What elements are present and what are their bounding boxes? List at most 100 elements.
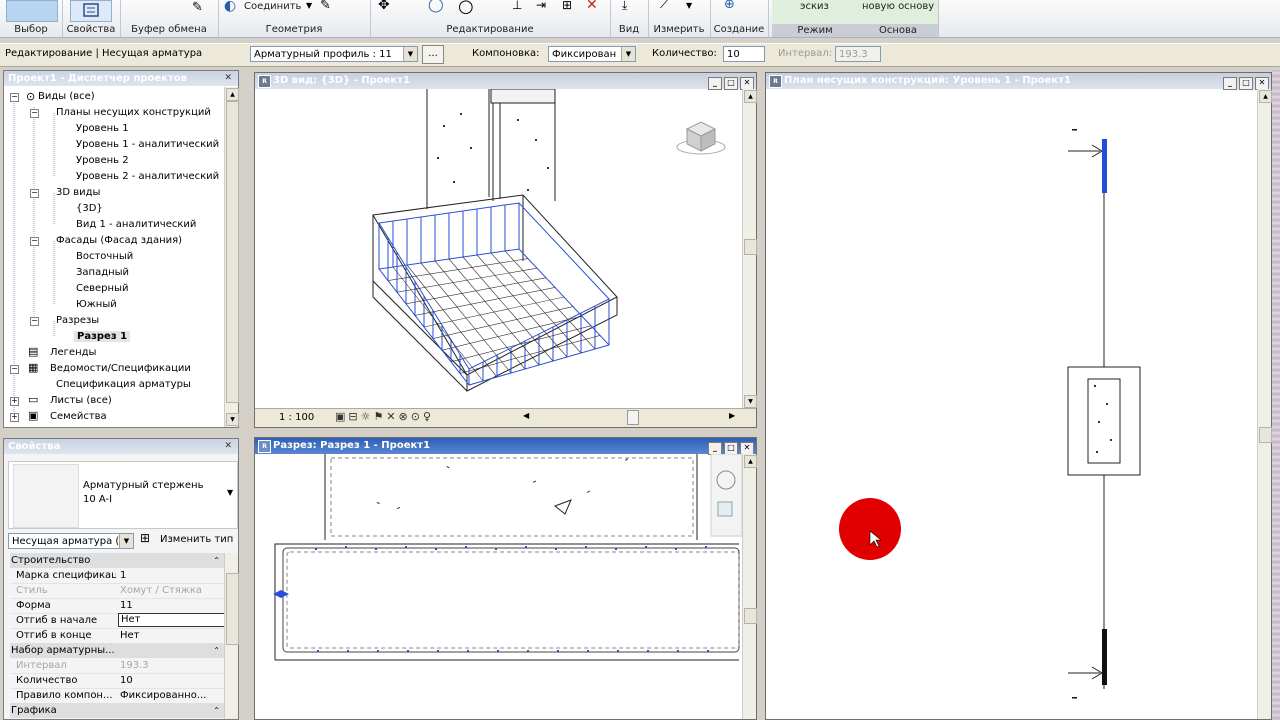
scroll-up-arrow[interactable]: ▲ <box>744 90 757 103</box>
section-head-top-marker[interactable] <box>1102 139 1107 193</box>
circle-icon[interactable]: ○ <box>458 0 474 17</box>
split-icon[interactable]: ⇥ <box>536 0 546 12</box>
plan-view-window[interactable]: R План несущих конструкций: Уровень 1 - … <box>765 72 1272 720</box>
collapse-toggle[interactable]: − <box>30 237 39 246</box>
group-graphics[interactable]: Графика ⌃ <box>10 703 224 718</box>
tree-item-schedules[interactable]: Ведомости/Спецификации <box>50 363 191 374</box>
rebar-shape-select[interactable]: Арматурный профиль : 11 ▼ <box>250 46 418 62</box>
hscroll-thumb[interactable] <box>627 410 639 425</box>
tree-item-west[interactable]: Западный <box>76 267 129 278</box>
zoom-icon[interactable] <box>717 501 733 517</box>
array-icon[interactable]: ⊞ <box>562 0 572 12</box>
prop-row-shape[interactable]: Форма 11 <box>10 598 224 614</box>
tree-item-3d-views[interactable]: 3D виды <box>56 187 100 198</box>
tree-item-rebar-schedule[interactable]: Спецификация арматуры <box>56 379 191 390</box>
layout-select[interactable]: Фиксирован ▼ <box>548 46 636 62</box>
trim-icon[interactable]: ⊥ <box>512 0 522 12</box>
ribbon-section-select[interactable]: Выбор <box>0 0 63 37</box>
expand-toggle[interactable]: + <box>10 397 19 406</box>
group-rebar-set[interactable]: Набор арматурны... ⌃ <box>10 643 224 658</box>
scroll-thumb[interactable] <box>226 573 239 645</box>
chevron-down-icon[interactable]: ▼ <box>227 488 233 497</box>
tree-item-families[interactable]: Семейства <box>50 411 107 422</box>
delete-icon[interactable]: ✕ <box>586 0 598 13</box>
scroll-thumb[interactable] <box>744 239 757 255</box>
prop-value[interactable]: 1 <box>118 568 224 583</box>
prop-row-hook-end[interactable]: Отгиб в конце Нет <box>10 628 224 644</box>
view-control-icons[interactable]: ▣⊟☼⚑✕⊗⊙♀ <box>335 410 434 423</box>
move-icon[interactable]: ✥ <box>378 0 390 13</box>
section-view-window[interactable]: R Разрез: Разрез 1 - Проект1 _ □ ✕ ▲ <box>254 437 757 720</box>
scroll-thumb[interactable] <box>226 101 239 403</box>
properties-button[interactable]: Свойства <box>62 24 120 35</box>
collapse-toggle[interactable]: − <box>10 365 19 374</box>
quantity-input[interactable]: 10 <box>723 46 765 62</box>
prop-value[interactable]: 10 <box>118 673 224 688</box>
tree-item-elevations[interactable]: Фасады (Фасад здания) <box>56 235 182 246</box>
tree-item-level-1[interactable]: Уровень 1 <box>76 123 129 134</box>
section-view-vscroll[interactable]: ▲ <box>742 454 757 719</box>
tree-item-view-1-analytical[interactable]: Вид 1 - аналитический <box>76 219 196 230</box>
scroll-up-arrow[interactable]: ▲ <box>226 88 239 101</box>
section-view-titlebar[interactable]: R Разрез: Разрез 1 - Проект1 _ □ ✕ <box>255 438 756 455</box>
tree-item-south[interactable]: Южный <box>76 299 117 310</box>
prop-value[interactable]: Нет <box>118 628 224 643</box>
edit-type-icon[interactable]: ⊞ <box>140 531 150 545</box>
paint-brush-icon[interactable]: ✎ <box>192 0 203 15</box>
section-view-canvas[interactable] <box>255 454 742 720</box>
tree-item-section-1[interactable]: Разрез 1 <box>74 331 131 342</box>
join-button[interactable]: Соединить <box>244 1 301 12</box>
view-icon[interactable]: ⤓ <box>622 0 627 13</box>
scroll-left-arrow[interactable]: ◀ <box>523 411 529 420</box>
type-selector[interactable]: Арматурный стержень 10 A-I ▼ <box>8 461 238 529</box>
chevron-down-icon[interactable]: ▼ <box>306 1 312 10</box>
collapse-toggle[interactable]: − <box>30 109 39 118</box>
view-3d-titlebar[interactable]: R 3D вид: {3D} - Проект1 _ □ ✕ <box>255 73 756 90</box>
expand-toggle[interactable]: + <box>10 413 19 422</box>
prop-value[interactable]: 11 <box>118 598 224 613</box>
browser-scrollbar[interactable]: ▲ ▼ <box>224 87 239 427</box>
ribbon-section-properties[interactable]: Свойства <box>62 0 121 37</box>
tree-item-level-2[interactable]: Уровень 2 <box>76 155 129 166</box>
join-icon[interactable]: ◐ <box>224 0 236 14</box>
group-construction[interactable]: Строительство ⌃ <box>10 553 224 568</box>
instance-filter-select[interactable]: Несущая арматура ( ▼ <box>8 533 134 549</box>
prop-row-quantity[interactable]: Количество 10 <box>10 673 224 689</box>
tree-item-legends[interactable]: Легенды <box>50 347 96 358</box>
rebar-grip-right-icon[interactable] <box>281 590 289 598</box>
select-button[interactable]: Выбор <box>0 24 62 35</box>
create-group-icon[interactable]: ⊕ <box>724 0 735 12</box>
plan-view-titlebar[interactable]: R План несущих конструкций: Уровень 1 - … <box>766 73 1271 90</box>
tree-item-views-all[interactable]: Виды (все) <box>38 91 95 102</box>
view-3d-window[interactable]: R 3D вид: {3D} - Проект1 _ □ ✕ ▲ ▼ 1: 1… <box>254 72 757 428</box>
tree-item-structural-plans[interactable]: Планы несущих конструкций <box>56 107 211 118</box>
prop-value[interactable]: Фиксированно... <box>118 688 224 703</box>
measure-icon[interactable]: ⟋ <box>660 0 669 12</box>
edit-sketch-button[interactable]: эскиз <box>800 1 829 12</box>
tree-item-sheets[interactable]: Листы (все) <box>50 395 112 406</box>
offset-icon[interactable]: ◯ <box>428 0 444 13</box>
view-cube-icon[interactable] <box>676 121 726 155</box>
scroll-down-arrow[interactable]: ▼ <box>226 413 239 426</box>
prop-value-input[interactable]: Нет <box>118 613 226 627</box>
chevron-down-icon[interactable]: ▼ <box>686 1 692 10</box>
scroll-thumb[interactable] <box>1259 427 1272 443</box>
prop-row-hook-start[interactable]: Отгиб в начале Нет <box>10 613 226 629</box>
view-3d-vscroll[interactable]: ▲ ▼ <box>742 89 757 409</box>
prop-row-layout-rule[interactable]: Правило компон... Фиксированно... <box>10 688 224 704</box>
scroll-down-arrow[interactable]: ▼ <box>744 395 757 408</box>
close-icon[interactable]: ✕ <box>224 71 232 86</box>
edit-type-button[interactable]: Изменить тип <box>160 534 233 545</box>
plan-view-vscroll[interactable]: ▲ <box>1257 89 1272 719</box>
tree-item-level-2-analytical[interactable]: Уровень 2 - аналитический <box>76 171 219 182</box>
section-head-bottom-marker[interactable] <box>1102 629 1107 685</box>
scroll-up-arrow[interactable]: ▲ <box>1259 90 1272 103</box>
more-shapes-button[interactable]: ... <box>422 45 444 64</box>
tree-item-east[interactable]: Восточный <box>76 251 133 262</box>
collapse-toggle[interactable]: − <box>10 93 19 102</box>
prop-row-schedule-mark[interactable]: Марка спецификац...1 <box>10 568 224 584</box>
view-3d-canvas[interactable] <box>255 89 742 411</box>
collapse-toggle[interactable]: − <box>30 189 39 198</box>
collapse-toggle[interactable]: − <box>30 317 39 326</box>
rebar-grip-left-icon[interactable] <box>273 590 281 598</box>
